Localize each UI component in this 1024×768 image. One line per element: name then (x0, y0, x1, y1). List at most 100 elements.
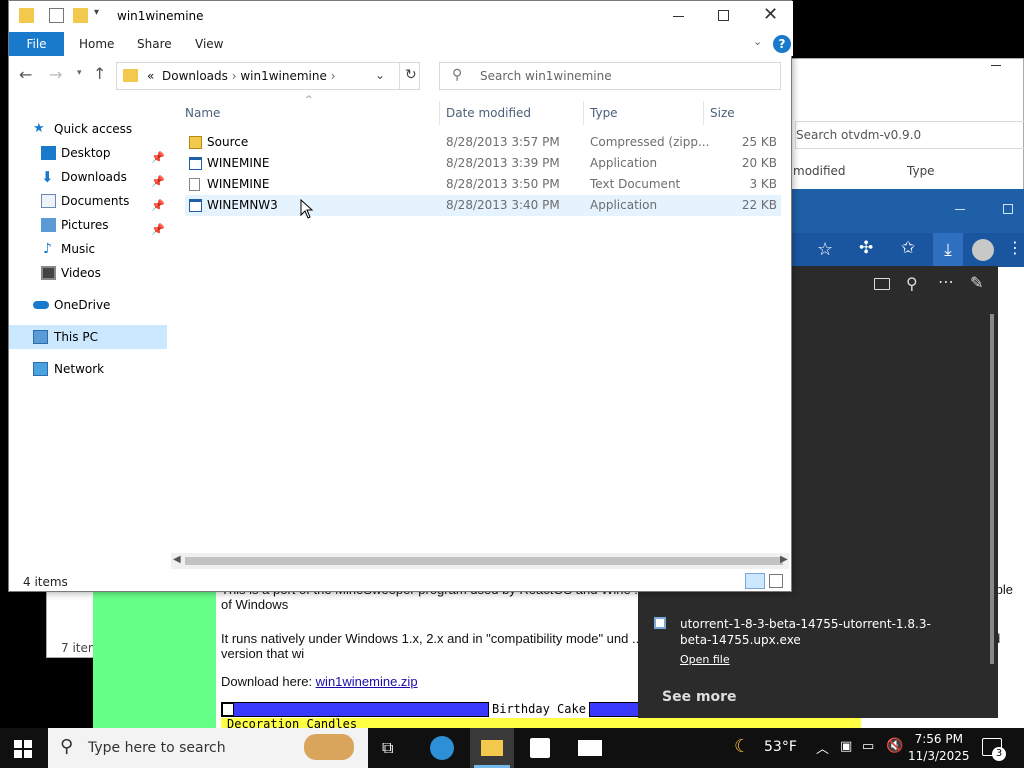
breadcrumb-win1winemine[interactable]: win1winemine (240, 69, 327, 83)
search-highlight-sandwich-icon[interactable] (304, 734, 354, 760)
tab-home[interactable]: Home (79, 37, 114, 51)
address-bar[interactable]: « Downloads › win1winemine › ⌄ ↻ (116, 62, 420, 90)
back-arrow-icon[interactable]: ← (19, 65, 32, 84)
column-header-type[interactable]: Type (907, 164, 935, 178)
scrollbar[interactable] (990, 314, 994, 664)
file-row[interactable]: Source 8/28/2013 3:57 PM Compressed (zip… (185, 132, 781, 153)
network-tray-icon[interactable]: ▭ (862, 739, 874, 754)
mail-icon[interactable] (578, 740, 602, 756)
file-explorer-taskbar-button[interactable] (470, 728, 514, 768)
tab-file[interactable]: File (9, 32, 64, 56)
download-label: Download here: (221, 674, 316, 689)
maximize-button[interactable] (1003, 204, 1013, 214)
file-date: 8/28/2013 3:50 PM (446, 177, 560, 191)
sidebar-item-label: Network (54, 362, 105, 376)
store-icon[interactable] (530, 738, 550, 758)
column-divider[interactable] (703, 101, 704, 125)
tab-share[interactable]: Share (137, 37, 172, 51)
favorites-icon[interactable]: ✩ (901, 238, 915, 258)
windows-start-icon[interactable] (14, 740, 32, 758)
close-button[interactable]: ✕ (763, 4, 778, 25)
minimize-button[interactable] (673, 16, 684, 17)
address-dropdown-icon[interactable]: ⌄ (375, 68, 385, 82)
forward-arrow-icon[interactable]: → (49, 65, 62, 84)
column-header-name[interactable]: Name (185, 106, 220, 120)
sidebar-item-music[interactable]: ♪ Music (9, 237, 167, 261)
recent-locations-chevron-icon[interactable]: ▾ (77, 68, 82, 78)
details-view-icon[interactable] (745, 573, 765, 589)
minimize-button[interactable] (991, 65, 1001, 66)
column-divider[interactable] (583, 101, 584, 125)
breadcrumb-downloads[interactable]: Downloads (162, 69, 228, 83)
sidebar-item-videos[interactable]: Videos (9, 261, 167, 285)
column-header-size[interactable]: Size (710, 106, 735, 120)
pin-icon[interactable]: ✎ (970, 273, 983, 292)
extensions-icon[interactable]: ✣ (859, 238, 873, 258)
taskbar-search-box[interactable]: ⚲ Type here to search (48, 728, 368, 768)
downloads-icon[interactable]: ⤓ (933, 233, 963, 267)
maximize-button[interactable] (718, 10, 729, 21)
search-input[interactable]: ⚲ Search win1winemine (439, 62, 781, 90)
column-divider[interactable] (439, 101, 440, 125)
tab-view[interactable]: View (195, 37, 223, 51)
sidebar-item-documents[interactable]: Documents 📌 (9, 189, 167, 213)
minimize-button[interactable] (955, 209, 965, 210)
navigation-pane[interactable]: ★ Quick access Desktop 📌 ⬇ Downloads 📌 D… (9, 111, 167, 561)
volume-muted-icon[interactable]: 🔇 (886, 738, 903, 754)
temperature[interactable]: 53°F (764, 739, 797, 755)
download-icon: ⬇ (41, 168, 54, 186)
scrollbar-thumb[interactable] (185, 557, 783, 565)
see-more-button[interactable]: See more (662, 689, 737, 705)
sidebar-item-downloads[interactable]: ⬇ Downloads 📌 (9, 165, 167, 189)
system-menu-icon (222, 703, 234, 716)
file-date: 8/28/2013 3:57 PM (446, 135, 560, 149)
download-link[interactable]: win1winemine.zip (316, 674, 418, 689)
sidebar-item-desktop[interactable]: Desktop 📌 (9, 141, 167, 165)
sidebar-item-label: Quick access (54, 122, 133, 136)
cloud-icon (33, 301, 49, 309)
show-hidden-icons-chevron-icon[interactable]: ︿ (816, 738, 829, 757)
column-header-date-modified[interactable]: Date modified (446, 106, 531, 120)
file-row[interactable]: WINEMINE 8/28/2013 3:39 PM Application 2… (185, 153, 781, 174)
expand-ribbon-chevron-icon[interactable]: ⌄ (753, 35, 762, 48)
sidebar-item-pictures[interactable]: Pictures 📌 (9, 213, 167, 237)
properties-icon[interactable] (49, 8, 64, 23)
moon-weather-icon[interactable]: ☾ (734, 736, 750, 757)
more-menu-icon[interactable]: ⋮ (1007, 238, 1023, 257)
profile-avatar[interactable] (972, 239, 994, 261)
sidebar-item-onedrive[interactable]: OneDrive (9, 293, 167, 317)
sidebar-item-quick-access[interactable]: ★ Quick access (9, 117, 167, 141)
search-input[interactable]: Search otvdm-v0.9.0 (795, 121, 1024, 149)
edge-browser-icon[interactable] (430, 736, 454, 760)
explorer-window[interactable]: ▾ win1winemine ✕ File Home Share View ⌄ … (8, 0, 793, 592)
file-size: 22 KB (741, 198, 777, 212)
breadcrumb-overflow[interactable]: « (147, 69, 154, 83)
column-header-modified[interactable]: modified (793, 164, 846, 178)
up-arrow-icon[interactable]: ↑ (93, 64, 106, 83)
task-view-icon[interactable]: ⧉ (382, 738, 393, 758)
sidebar-item-label: This PC (54, 330, 98, 344)
open-folder-icon[interactable] (874, 278, 890, 290)
quick-access-toolbar-dropdown-icon[interactable]: ▾ (94, 7, 99, 18)
favorite-star-icon[interactable]: ☆ (817, 239, 833, 260)
large-icons-view-icon[interactable] (769, 574, 783, 588)
help-button[interactable]: ? (773, 35, 791, 53)
column-header-type[interactable]: Type (590, 106, 618, 120)
camera-icon[interactable]: ▣ (840, 739, 852, 754)
file-date: 8/28/2013 3:40 PM (446, 198, 560, 212)
search-icon[interactable]: ⚲ (906, 274, 918, 293)
breadcrumb-separator-icon[interactable]: › (331, 69, 336, 83)
sidebar-item-this-pc[interactable]: This PC (9, 325, 167, 349)
refresh-icon[interactable]: ↻ (405, 67, 417, 83)
column-headers: ^ Name Date modified Type Size (185, 95, 785, 125)
scroll-left-arrow-icon[interactable]: ◀ (173, 554, 181, 565)
file-type: Compressed (zipp... (590, 135, 710, 149)
sidebar-item-network[interactable]: Network (9, 357, 167, 381)
file-row[interactable]: WINEMINE 8/28/2013 3:50 PM Text Document… (185, 174, 781, 195)
open-file-link[interactable]: Open file (680, 653, 730, 666)
file-row[interactable]: WINEMNW3 8/28/2013 3:40 PM Application 2… (185, 195, 781, 216)
clock[interactable]: 7:56 PM 11/3/2025 (908, 731, 970, 765)
more-options-icon[interactable]: ⋯ (938, 272, 954, 291)
new-folder-icon[interactable] (73, 8, 88, 23)
scroll-right-arrow-icon[interactable]: ▶ (780, 554, 788, 565)
